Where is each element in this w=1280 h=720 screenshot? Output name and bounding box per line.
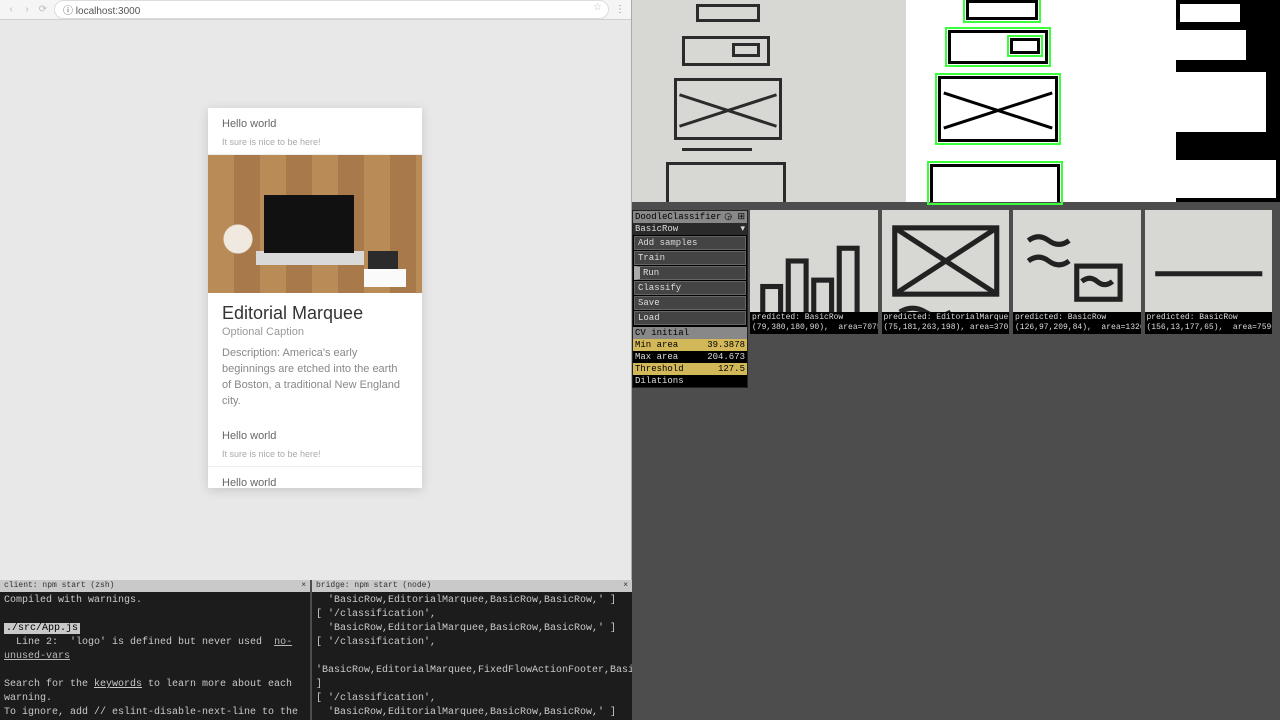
- tool-button-add-samples[interactable]: Add samples: [634, 236, 746, 250]
- marquee-title: Editorial Marquee: [208, 293, 422, 324]
- browser-window: ‹ › ⟳ ⓘ localhost:3000 ☆ ⋮ Hello world I…: [0, 0, 632, 580]
- bookmark-star-icon[interactable]: ☆: [593, 2, 602, 13]
- prediction-label: predicted: BasicRow (79,380,180,90), are…: [750, 312, 878, 334]
- preview-card: Hello world It sure is nice to be here! …: [208, 108, 422, 488]
- browser-toolbar: ‹ › ⟳ ⓘ localhost:3000 ☆ ⋮: [0, 0, 631, 20]
- param-threshold[interactable]: Threshold127.5: [633, 363, 747, 375]
- marquee-caption: Optional Caption: [208, 324, 422, 346]
- param-min-area[interactable]: Min area39.3878: [633, 339, 747, 351]
- terminal-tab-label: bridge: npm start (node): [316, 580, 431, 593]
- tool-button-save[interactable]: Save: [634, 296, 746, 310]
- basic-row: Hello world It sure is nice to be here!: [208, 108, 422, 155]
- basic-row: Hello world It sure is nice to be here!: [208, 420, 422, 467]
- basic-row: Hello world: [208, 467, 422, 488]
- reload-button[interactable]: ⟳: [38, 4, 48, 15]
- prediction-thumbnails: predicted: BasicRow (79,380,180,90), are…: [750, 210, 1272, 334]
- browser-menu-icon[interactable]: ⋮: [615, 4, 625, 15]
- tool-window-controls[interactable]: ◶ ⊞: [724, 211, 745, 223]
- tool-titlebar[interactable]: DoodleClassifier ◶ ⊞: [633, 211, 747, 223]
- browser-viewport: Hello world It sure is nice to be here! …: [0, 20, 631, 580]
- row-title: Hello world: [222, 118, 408, 130]
- nav-back-button[interactable]: ‹: [6, 4, 16, 15]
- nav-forward-button[interactable]: ›: [22, 4, 32, 15]
- chevron-down-icon: ▾: [740, 223, 745, 235]
- terminal-tab[interactable]: bridge: npm start (node)×: [312, 580, 632, 592]
- threshold-feed: [1176, 0, 1280, 202]
- hero-image: [208, 155, 422, 293]
- row-title: Hello world: [222, 430, 408, 442]
- row-subtitle: It sure is nice to be here!: [222, 137, 321, 147]
- terminal-bridge[interactable]: bridge: npm start (node)× 'BasicRow,Edit…: [312, 580, 632, 720]
- tool-section-header: CV initial: [633, 327, 747, 339]
- marquee-description: Description: America's early beginnings …: [208, 346, 422, 420]
- tool-title: DoodleClassifier: [635, 211, 721, 223]
- param-max-area[interactable]: Max area204.673: [633, 351, 747, 363]
- dropdown-value: BasicRow: [635, 223, 678, 235]
- prediction-thumb: predicted: BasicRow (79,380,180,90), are…: [750, 210, 878, 334]
- doodle-classifier-window[interactable]: DoodleClassifier ◶ ⊞ BasicRow ▾ Add samp…: [632, 210, 748, 388]
- prediction-label: predicted: BasicRow (156,13,177,65), are…: [1145, 312, 1273, 334]
- prediction-thumb: predicted: BasicRow (126,97,209,84), are…: [1013, 210, 1141, 334]
- site-info-icon[interactable]: ⓘ: [63, 6, 73, 17]
- terminal-area: client: npm start (zsh)× Compiled with w…: [0, 580, 632, 720]
- param-dilations[interactable]: Dilations: [633, 375, 747, 387]
- tool-button-load[interactable]: Load: [634, 311, 746, 325]
- terminal-tab-label: client: npm start (zsh): [4, 580, 114, 593]
- tool-button-classify[interactable]: Classify: [634, 281, 746, 295]
- terminal-output: 'BasicRow,EditorialMarquee,BasicRow,Basi…: [312, 592, 632, 720]
- prediction-thumb: predicted: BasicRow (156,13,177,65), are…: [1145, 210, 1273, 334]
- class-dropdown[interactable]: BasicRow ▾: [633, 223, 747, 235]
- tool-button-train[interactable]: Train: [634, 251, 746, 265]
- prediction-label: predicted: BasicRow (126,97,209,84), are…: [1013, 312, 1141, 334]
- address-bar[interactable]: ⓘ localhost:3000 ☆: [54, 0, 609, 19]
- terminal-tab[interactable]: client: npm start (zsh)×: [0, 580, 310, 592]
- url-text: localhost:3000: [76, 6, 141, 17]
- terminal-output: Compiled with warnings. ./src/App.js Lin…: [0, 592, 310, 720]
- row-title: Hello world: [222, 477, 408, 488]
- processed-feed: [906, 0, 1176, 202]
- terminal-client[interactable]: client: npm start (zsh)× Compiled with w…: [0, 580, 312, 720]
- cv-workspace: DoodleClassifier ◶ ⊞ BasicRow ▾ Add samp…: [632, 0, 1280, 720]
- prediction-label: predicted: EditorialMarquee (75,181,263,…: [882, 312, 1010, 334]
- camera-feed: [632, 0, 906, 202]
- row-subtitle: It sure is nice to be here!: [222, 449, 321, 459]
- prediction-thumb: predicted: EditorialMarquee (75,181,263,…: [882, 210, 1010, 334]
- tool-button-run[interactable]: Run: [634, 266, 746, 280]
